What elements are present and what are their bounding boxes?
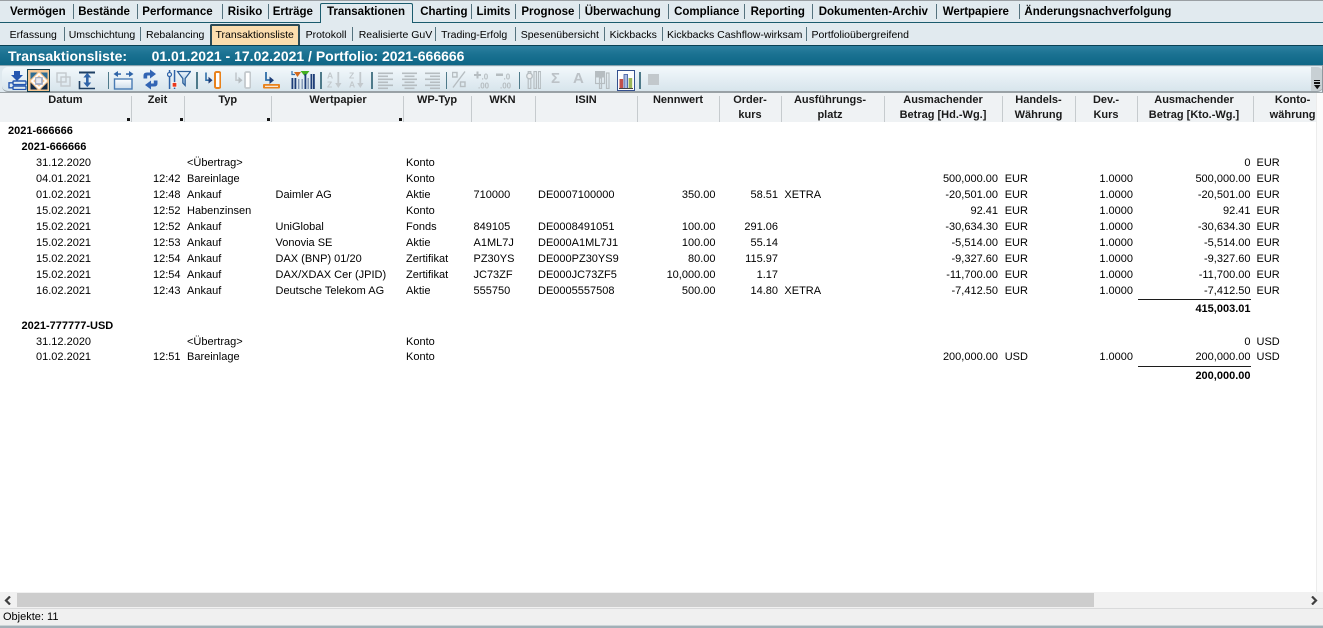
svg-text:.00: .00 (478, 82, 490, 90)
svg-text:Z: Z (327, 80, 332, 90)
svg-text:.00: .00 (500, 82, 512, 90)
svg-text:A: A (349, 80, 355, 90)
svg-text:.0: .0 (482, 73, 489, 82)
svg-text:.0: .0 (503, 73, 510, 82)
